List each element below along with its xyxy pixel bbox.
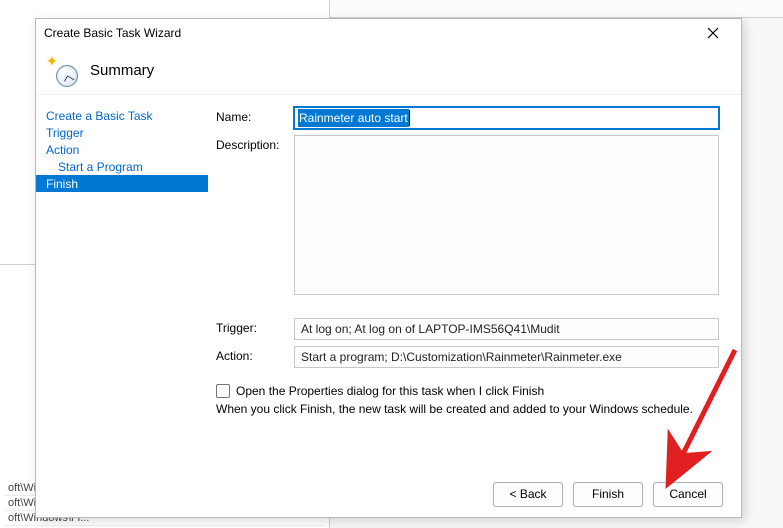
back-button[interactable]: < Back [493, 482, 563, 507]
titlebar: Create Basic Task Wizard [36, 19, 741, 47]
wizard-main-panel: Name: Rainmeter auto start Description: … [216, 95, 741, 471]
wizard-header: ✦ Summary [36, 47, 741, 95]
cancel-button[interactable]: Cancel [653, 482, 723, 507]
window-title: Create Basic Task Wizard [44, 26, 693, 40]
sidebar-item-create-basic-task[interactable]: Create a Basic Task [36, 107, 216, 124]
description-label: Description: [216, 135, 294, 298]
trigger-value[interactable]: At log on; At log on of LAPTOP-IMS56Q41\… [294, 318, 719, 340]
name-input-value: Rainmeter auto start [299, 111, 408, 125]
close-icon [707, 27, 719, 39]
finish-hint-text: When you click Finish, the new task will… [216, 402, 719, 416]
finish-button[interactable]: Finish [573, 482, 643, 507]
action-label: Action: [216, 346, 294, 368]
wizard-scheduled-task-icon: ✦ [46, 55, 78, 87]
wizard-step-list: Create a Basic Task Trigger Action Start… [36, 95, 216, 471]
action-value[interactable]: Start a program; D:\Customization\Rainme… [294, 346, 719, 368]
open-properties-label: Open the Properties dialog for this task… [236, 384, 544, 398]
trigger-label: Trigger: [216, 318, 294, 340]
sidebar-item-start-a-program[interactable]: Start a Program [36, 158, 216, 175]
sidebar-item-finish[interactable]: Finish [36, 175, 208, 192]
close-button[interactable] [693, 21, 733, 45]
wizard-step-title: Summary [90, 62, 154, 79]
name-label: Name: [216, 107, 294, 129]
wizard-button-bar: < Back Finish Cancel [36, 471, 741, 517]
text-caret [409, 110, 410, 126]
wizard-dialog: Create Basic Task Wizard ✦ Summary Creat… [35, 18, 742, 518]
sidebar-item-action[interactable]: Action [36, 141, 216, 158]
open-properties-checkbox[interactable] [216, 384, 230, 398]
sidebar-item-trigger[interactable]: Trigger [36, 124, 216, 141]
description-input[interactable] [294, 135, 719, 295]
name-input[interactable]: Rainmeter auto start [294, 107, 719, 129]
